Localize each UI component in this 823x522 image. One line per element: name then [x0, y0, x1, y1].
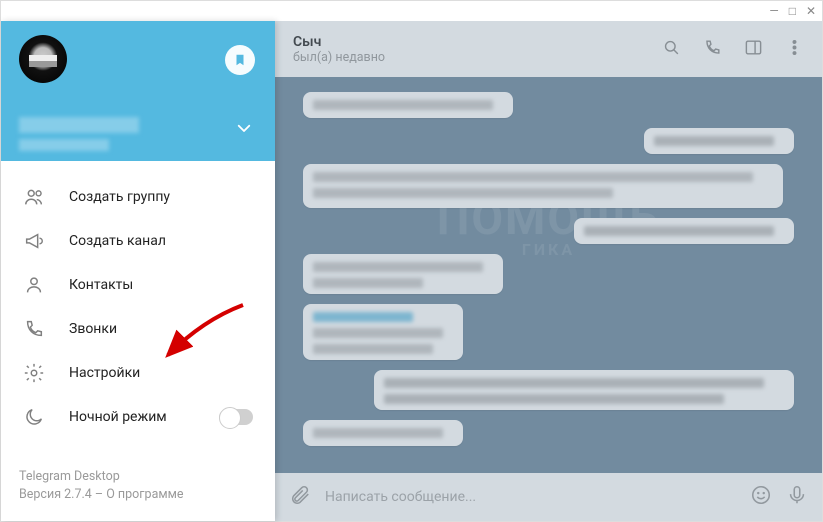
content-area: Создать группу Создать канал Контакты	[1, 21, 822, 521]
menu-contacts[interactable]: Контакты	[1, 263, 275, 307]
menu-calls[interactable]: Звонки	[1, 307, 275, 351]
panel-icon	[744, 38, 763, 57]
chat-actions	[662, 38, 804, 61]
account-expand-button[interactable]	[235, 119, 253, 141]
emoji-button[interactable]	[750, 484, 772, 510]
menu-label: Ночной режим	[69, 409, 167, 425]
message-composer	[275, 473, 822, 521]
search-button[interactable]	[662, 38, 681, 61]
message-in[interactable]	[303, 420, 463, 446]
window-close[interactable]: ✕	[806, 4, 816, 18]
call-icon	[23, 318, 45, 340]
menu-label: Создать группу	[69, 189, 170, 205]
phone-icon	[703, 38, 722, 57]
menu-list: Создать группу Создать канал Контакты	[1, 161, 275, 458]
message-out[interactable]	[574, 218, 794, 244]
menu-settings[interactable]: Настройки	[1, 351, 275, 395]
smile-icon	[750, 484, 772, 506]
message-in[interactable]	[303, 254, 503, 294]
profile-name	[19, 117, 139, 133]
message-input[interactable]	[325, 489, 736, 505]
night-mode-toggle[interactable]	[219, 409, 253, 425]
chat-title: Сыч	[293, 34, 385, 50]
window-maximize[interactable]: □	[789, 4, 796, 18]
attach-button[interactable]	[289, 484, 311, 510]
chat-title-wrap[interactable]: Сыч был(а) недавно	[293, 34, 385, 65]
megaphone-icon	[23, 230, 45, 252]
about-link[interactable]: О программе	[106, 487, 183, 502]
more-icon	[785, 38, 804, 57]
bookmark-icon	[233, 53, 247, 67]
voice-button[interactable]	[786, 484, 808, 510]
menu-label: Звонки	[69, 321, 117, 337]
menu-label: Создать канал	[69, 233, 166, 249]
menu-night-mode[interactable]: Ночной режим	[1, 395, 275, 439]
menu-label: Настройки	[69, 365, 140, 381]
moon-icon	[23, 406, 45, 428]
messages-panel[interactable]: ПОМОЩЬГИКА	[275, 77, 822, 473]
chat-status: был(а) недавно	[293, 50, 385, 65]
message-out[interactable]	[374, 370, 794, 410]
app-window: — □ ✕ Создать гр	[0, 0, 823, 522]
chat-header: Сыч был(а) недавно	[275, 21, 822, 77]
message-out[interactable]	[644, 128, 794, 154]
group-icon	[23, 186, 45, 208]
gear-icon	[23, 362, 45, 384]
menu-new-group[interactable]: Создать группу	[1, 175, 275, 219]
call-button[interactable]	[703, 38, 722, 61]
menu-new-channel[interactable]: Создать канал	[1, 219, 275, 263]
version-line: Версия 2.7.4 – О программе	[19, 486, 257, 505]
user-avatar[interactable]	[19, 35, 67, 83]
sidebar-footer: Telegram Desktop Версия 2.7.4 – О програ…	[1, 458, 275, 522]
saved-messages-button[interactable]	[225, 45, 255, 75]
app-name: Telegram Desktop	[19, 468, 257, 487]
window-minimize[interactable]: —	[769, 4, 778, 18]
message-in[interactable]	[303, 92, 513, 118]
more-button[interactable]	[785, 38, 804, 61]
contact-icon	[23, 274, 45, 296]
sidebar-header	[1, 21, 275, 161]
main-menu-sidebar: Создать группу Создать канал Контакты	[1, 21, 275, 521]
profile-phone	[19, 139, 109, 151]
side-panel-button[interactable]	[744, 38, 763, 61]
chat-area: Сыч был(а) недавно ПОМОЩЬГИКА	[275, 21, 822, 521]
message-in[interactable]	[303, 164, 783, 208]
search-icon	[662, 38, 681, 57]
menu-label: Контакты	[69, 277, 133, 293]
message-in[interactable]	[303, 304, 463, 360]
paperclip-icon	[289, 484, 311, 506]
chevron-down-icon	[235, 119, 253, 137]
window-titlebar: — □ ✕	[1, 1, 822, 21]
mic-icon	[786, 484, 808, 506]
